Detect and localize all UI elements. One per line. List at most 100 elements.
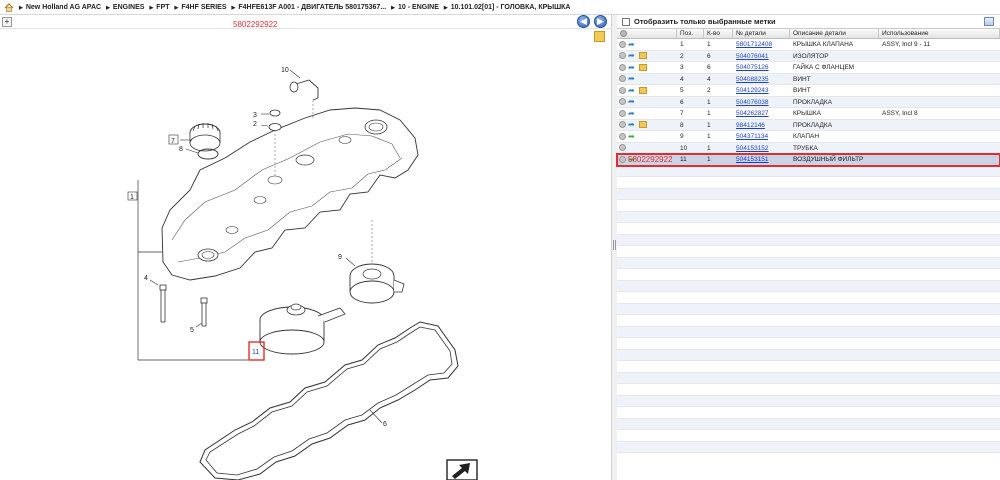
row-status-icon[interactable] xyxy=(619,75,626,83)
breadcrumb-item-fpt[interactable]: FPT xyxy=(149,4,169,11)
replacement-arrow-icon[interactable]: ➦ xyxy=(628,63,637,71)
table-row[interactable]: ➦ 4 4 504088235 ВИНТ xyxy=(617,73,1000,85)
replacement-arrow-icon[interactable]: ➦ xyxy=(628,98,637,106)
table-row[interactable]: 10 1 504153152 ТРУБКА xyxy=(617,142,1000,154)
empty-row xyxy=(617,407,1000,419)
header-qty[interactable]: К-во xyxy=(704,29,733,38)
part-number-link[interactable]: 504371134 xyxy=(736,133,768,140)
cell-usage xyxy=(879,62,1000,73)
cell-qty: 1 xyxy=(707,98,711,106)
empty-row xyxy=(617,280,1000,292)
breadcrumb-item-engine-model[interactable]: F4HFE613F A001 - ДВИГАТЕЛЬ 580175367... xyxy=(232,4,386,11)
cell-pos: 9 xyxy=(680,133,684,140)
cell-usage xyxy=(879,85,1000,96)
show-selected-only-checkbox[interactable] xyxy=(622,17,630,26)
part-number-link[interactable]: 504153151 xyxy=(736,156,769,163)
kit-box-icon[interactable] xyxy=(639,63,647,71)
part-number-link[interactable]: 504076041 xyxy=(736,53,769,60)
callout-8[interactable]: 8 xyxy=(179,146,183,153)
show-selected-only-label[interactable]: Отобразить только выбранные метки xyxy=(634,17,776,26)
breadcrumb-item-engines[interactable]: ENGINES xyxy=(106,4,145,11)
part-number-link[interactable]: 504129243 xyxy=(736,87,769,94)
replacement-arrow-icon[interactable]: ➦ xyxy=(628,40,637,48)
home-icon[interactable] xyxy=(4,2,14,12)
replacement-arrow-icon[interactable]: ➦ xyxy=(628,75,637,83)
row-status-icon[interactable] xyxy=(619,63,626,71)
callout-5[interactable]: 5 xyxy=(190,327,194,334)
row-status-icon[interactable] xyxy=(619,109,626,117)
replacement-arrow-icon[interactable]: ➦ xyxy=(628,52,637,60)
cell-usage xyxy=(879,97,1000,108)
callout-7[interactable]: 7 xyxy=(171,138,175,145)
part-number-link[interactable]: 504076038 xyxy=(736,99,769,106)
header-usage[interactable]: Использование xyxy=(879,29,1000,38)
table-row[interactable]: ➦ 3 6 504075126 ГАЙКА С ФЛАНЦЕМ xyxy=(617,62,1000,74)
empty-row xyxy=(617,177,1000,189)
callout-11[interactable]: 11 xyxy=(252,349,259,356)
empty-row xyxy=(617,165,1000,177)
breadcrumb-item-series[interactable]: F4HF SERIES xyxy=(175,4,226,11)
part-number-link[interactable]: 5801712408 xyxy=(736,41,772,48)
table-row[interactable]: ➦ 6 1 504076038 ПРОКЛАДКА xyxy=(617,96,1000,108)
cell-description: ПРОКЛАДКА xyxy=(793,121,833,129)
callout-9[interactable]: 9 xyxy=(338,254,342,261)
next-diagram-button[interactable] xyxy=(594,15,607,28)
kit-box-icon[interactable] xyxy=(639,121,647,129)
row-status-icon[interactable] xyxy=(619,98,626,106)
kit-box-icon[interactable] xyxy=(639,86,647,94)
part-number-link[interactable]: 504153152 xyxy=(736,145,769,152)
part-number-link[interactable]: 504088235 xyxy=(736,76,769,83)
new-part-arrow-icon[interactable]: ➦ xyxy=(628,132,637,140)
empty-row xyxy=(617,200,1000,212)
cell-qty: 1 xyxy=(707,156,711,163)
table-row[interactable]: ➦ 5 2 504129243 ВИНТ xyxy=(617,85,1000,97)
cell-description: ПРОКЛАДКА xyxy=(793,98,833,106)
cell-usage xyxy=(879,154,1000,165)
header-pos[interactable]: Поз. xyxy=(677,29,704,38)
select-all-icon[interactable] xyxy=(620,30,627,37)
cell-usage xyxy=(879,131,1000,142)
callout-2[interactable]: 2 xyxy=(253,121,257,128)
callout-10[interactable]: 10 xyxy=(281,67,289,74)
callout-4[interactable]: 4 xyxy=(144,275,148,282)
kit-box-icon[interactable] xyxy=(639,52,647,60)
table-row[interactable]: ➦ 9 1 504371134 КЛАПАН xyxy=(617,131,1000,143)
callout-3[interactable]: 3 xyxy=(253,112,257,119)
header-description[interactable]: Описание детали xyxy=(790,29,879,38)
table-row[interactable]: ➦ 1 1 5801712408 КРЫШКА КЛАПАНА ASSY, In… xyxy=(617,39,1000,51)
header-part-no[interactable]: № детали xyxy=(733,29,790,38)
row-status-icon[interactable] xyxy=(619,40,626,48)
cell-pos: 10 xyxy=(680,144,688,152)
empty-row xyxy=(617,349,1000,361)
splitter-grip-icon[interactable] xyxy=(613,240,616,250)
expand-button[interactable]: + xyxy=(2,17,12,27)
empty-row xyxy=(617,430,1000,442)
export-list-icon[interactable] xyxy=(984,17,994,26)
table-row[interactable]: ➦ 8 1 98412146 ПРОКЛАДКА xyxy=(617,119,1000,131)
part-number-link[interactable]: 504262827 xyxy=(736,110,769,117)
row-status-icon[interactable] xyxy=(619,121,626,129)
cell-pos: 7 xyxy=(680,110,684,117)
callout-1[interactable]: 1 xyxy=(130,194,134,201)
callout-6[interactable]: 6 xyxy=(383,421,387,428)
cell-description: ИЗОЛЯТОР xyxy=(793,52,829,60)
row-status-icon[interactable] xyxy=(619,52,626,60)
row-status-icon[interactable] xyxy=(619,144,626,152)
table-row[interactable]: ➦ 2 6 504076041 ИЗОЛЯТОР xyxy=(617,50,1000,62)
row-status-icon[interactable] xyxy=(619,86,626,94)
replacement-arrow-icon[interactable]: ➦ xyxy=(628,121,637,129)
table-row-selected[interactable]: ➦ 11 1 504153151 ВОЗДУШНЫЙ ФИЛЬТР 580229… xyxy=(616,153,1000,167)
part-number-link[interactable]: 504075126 xyxy=(736,64,769,71)
cell-description: КЛАПАН xyxy=(793,133,820,140)
previous-diagram-button[interactable] xyxy=(577,15,590,28)
table-row[interactable]: ➦ 7 1 504262827 КРЫШКА ASSY, Incl 8 xyxy=(617,108,1000,120)
replacement-arrow-icon[interactable]: ➦ xyxy=(628,109,637,117)
part-number-link[interactable]: 98412146 xyxy=(736,122,765,129)
cell-usage xyxy=(879,51,1000,62)
breadcrumb-item-section[interactable]: 10 - ENGINE xyxy=(391,4,439,11)
row-status-icon[interactable] xyxy=(619,132,626,140)
empty-row xyxy=(617,441,1000,453)
row-status-icon[interactable] xyxy=(619,155,626,163)
breadcrumb-item-brand[interactable]: New Holland AG APAC xyxy=(19,4,101,11)
replacement-arrow-icon[interactable]: ➦ xyxy=(628,86,637,94)
